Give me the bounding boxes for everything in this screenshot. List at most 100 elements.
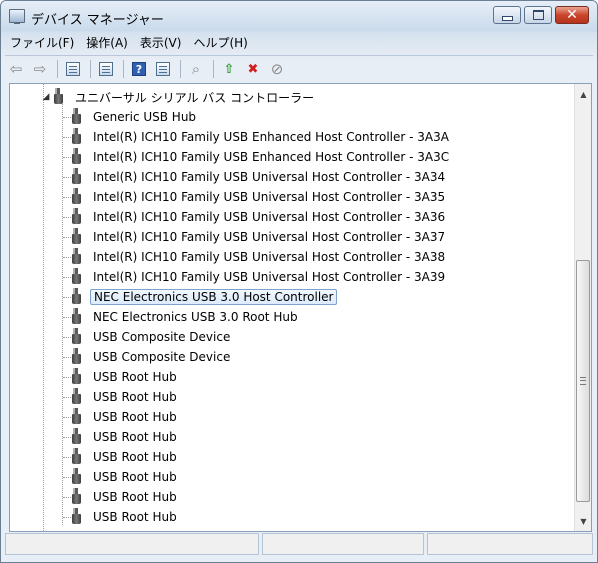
- action-pane-icon: [156, 62, 170, 76]
- usb-device-icon: [70, 308, 84, 326]
- scan-hardware-button[interactable]: ⌕: [185, 59, 207, 79]
- toolbar-separator: [57, 60, 58, 78]
- show-hide-console-tree-button[interactable]: [62, 59, 84, 79]
- menu-help[interactable]: ヘルプ(H): [188, 34, 252, 51]
- tree-item[interactable]: NEC Electronics USB 3.0 Root Hub: [70, 307, 301, 327]
- scroll-down-arrow-icon[interactable]: ▼: [575, 513, 591, 529]
- tree-item-label: NEC Electronics USB 3.0 Root Hub: [93, 310, 298, 324]
- tree-item-label: USB Root Hub: [93, 390, 177, 404]
- tree-item-label: USB Root Hub: [93, 490, 177, 504]
- tree-item-label: Intel(R) ICH10 Family USB Enhanced Host …: [93, 150, 450, 164]
- tree-item[interactable]: Intel(R) ICH10 Family USB Universal Host…: [70, 247, 448, 267]
- device-tree: ◢ ユニバーサル シリアル バス コントローラー Generic USB Hub…: [10, 84, 573, 531]
- collapse-triangle-icon[interactable]: ◢: [40, 92, 52, 102]
- device-tree-pane: ◢ ユニバーサル シリアル バス コントローラー Generic USB Hub…: [9, 83, 592, 532]
- tree-item-label: USB Root Hub: [93, 510, 177, 524]
- properties-button[interactable]: [95, 59, 117, 79]
- toolbar: ⇦ ⇨ ? ⌕ ⇧ ✖ ⊘: [5, 55, 593, 82]
- tree-item[interactable]: Generic USB Hub: [70, 107, 199, 127]
- usb-device-icon: [70, 288, 84, 306]
- vertical-scrollbar[interactable]: ▲ ▼: [574, 84, 591, 531]
- tree-item[interactable]: Intel(R) ICH10 Family USB Universal Host…: [70, 227, 448, 247]
- usb-device-icon: [70, 508, 84, 526]
- usb-device-icon: [70, 108, 84, 126]
- usb-device-icon: [70, 408, 84, 426]
- tree-item[interactable]: USB Composite Device: [70, 327, 233, 347]
- usb-device-icon: [70, 188, 84, 206]
- tree-item-label: USB Composite Device: [93, 330, 231, 344]
- tree-item[interactable]: Intel(R) ICH10 Family USB Universal Host…: [70, 167, 448, 187]
- status-pane: [5, 533, 259, 555]
- tree-item-label: Intel(R) ICH10 Family USB Enhanced Host …: [93, 130, 449, 144]
- tree-item-label: NEC Electronics USB 3.0 Host Controller: [90, 289, 338, 305]
- usb-device-icon: [70, 348, 84, 366]
- tree-item[interactable]: USB Root Hub: [70, 427, 180, 447]
- usb-device-icon: [70, 208, 84, 226]
- tree-item-label: USB Root Hub: [93, 450, 177, 464]
- usb-device-icon: [70, 388, 84, 406]
- close-icon: ✕: [566, 7, 578, 23]
- usb-controller-icon: [52, 88, 66, 106]
- tree-item-label: Intel(R) ICH10 Family USB Universal Host…: [93, 210, 446, 224]
- back-button[interactable]: ⇦: [5, 59, 27, 79]
- tree-item-label: Generic USB Hub: [93, 110, 197, 124]
- tree-item[interactable]: USB Root Hub: [70, 407, 180, 427]
- tree-item[interactable]: Intel(R) ICH10 Family USB Universal Host…: [70, 207, 448, 227]
- usb-device-icon: [70, 148, 84, 166]
- tree-item-label: USB Root Hub: [93, 370, 177, 384]
- maximize-button[interactable]: [524, 6, 552, 24]
- tree-item[interactable]: Intel(R) ICH10 Family USB Universal Host…: [70, 267, 448, 287]
- tree-item-label: Intel(R) ICH10 Family USB Universal Host…: [93, 170, 446, 184]
- tree-item[interactable]: Intel(R) ICH10 Family USB Enhanced Host …: [70, 147, 452, 167]
- help-button[interactable]: ?: [128, 59, 150, 79]
- scroll-up-arrow-icon[interactable]: ▲: [575, 86, 591, 102]
- tree-item[interactable]: NEC Electronics USB 3.0 Host Controller: [70, 287, 338, 307]
- menu-view[interactable]: 表示(V): [135, 34, 187, 51]
- minimize-button[interactable]: [493, 6, 521, 24]
- window-title: デバイス マネージャー: [31, 13, 164, 28]
- tree-node-usb-controllers[interactable]: ◢ ユニバーサル シリアル バス コントローラー: [40, 87, 317, 107]
- device-manager-icon: [9, 9, 25, 24]
- grip-icon: [580, 377, 586, 385]
- menu-action[interactable]: 操作(A): [81, 34, 133, 51]
- tree-item-label: USB Root Hub: [93, 430, 177, 444]
- usb-device-icon: [70, 368, 84, 386]
- help-icon: ?: [132, 62, 146, 76]
- toolbar-separator: [90, 60, 91, 78]
- usb-device-icon: [70, 228, 84, 246]
- status-pane: [427, 533, 593, 555]
- tree-item[interactable]: USB Root Hub: [70, 507, 180, 527]
- tree-item[interactable]: USB Root Hub: [70, 387, 180, 407]
- close-button[interactable]: ✕: [555, 6, 589, 24]
- status-bar: [5, 533, 593, 557]
- disable-device-button[interactable]: ⊘: [266, 59, 288, 79]
- toolbar-separator: [123, 60, 124, 78]
- menu-bar: ファイル(F) 操作(A) 表示(V) ヘルプ(H): [5, 32, 593, 52]
- tree-item[interactable]: USB Root Hub: [70, 447, 180, 467]
- tree-item-label: Intel(R) ICH10 Family USB Universal Host…: [93, 250, 446, 264]
- update-driver-button[interactable]: ⇧: [218, 59, 240, 79]
- tree-item[interactable]: Intel(R) ICH10 Family USB Universal Host…: [70, 187, 448, 207]
- tree-item[interactable]: USB Root Hub: [70, 467, 180, 487]
- usb-device-icon: [70, 328, 84, 346]
- tree-item[interactable]: USB Root Hub: [70, 487, 180, 507]
- uninstall-button[interactable]: ✖: [242, 59, 264, 79]
- scan-hardware-icon: ⌕: [191, 60, 201, 78]
- tree-item-label: Intel(R) ICH10 Family USB Universal Host…: [93, 270, 446, 284]
- action-pane-button[interactable]: [152, 59, 174, 79]
- tree-item[interactable]: Intel(R) ICH10 Family USB Enhanced Host …: [70, 127, 452, 147]
- tree-item-label: Intel(R) ICH10 Family USB Universal Host…: [93, 190, 446, 204]
- title-bar[interactable]: デバイス マネージャー ✕: [1, 1, 597, 31]
- forward-button[interactable]: ⇨: [29, 59, 51, 79]
- toolbar-separator: [180, 60, 181, 78]
- show-hide-console-tree-icon: [66, 62, 80, 76]
- usb-device-icon: [70, 268, 84, 286]
- tree-item[interactable]: USB Composite Device: [70, 347, 233, 367]
- tree-connector-line: [43, 84, 44, 531]
- menu-file[interactable]: ファイル(F): [5, 34, 79, 51]
- tree-item[interactable]: USB Root Hub: [70, 367, 180, 387]
- properties-icon: [99, 62, 113, 76]
- scrollbar-thumb[interactable]: [576, 260, 590, 502]
- toolbar-separator: [213, 60, 214, 78]
- usb-device-icon: [70, 448, 84, 466]
